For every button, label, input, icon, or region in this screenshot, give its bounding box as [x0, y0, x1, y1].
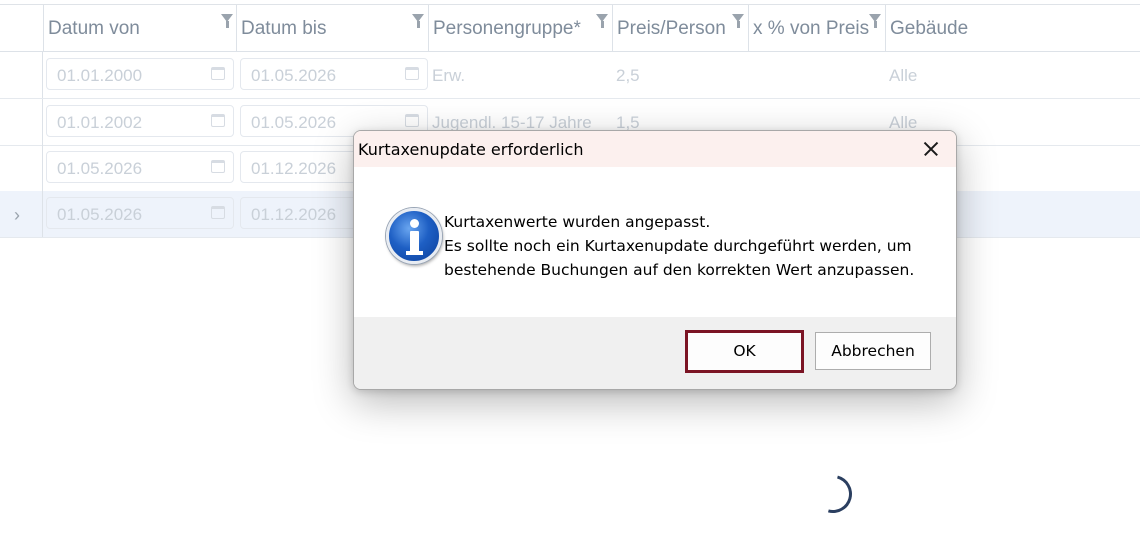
calendar-icon[interactable] [211, 114, 225, 127]
dialog-title: Kurtaxenupdate erforderlich [358, 140, 584, 159]
preis-cell[interactable]: 2,5 [616, 66, 640, 86]
filter-icon[interactable] [412, 14, 424, 28]
row-header[interactable] [0, 99, 43, 145]
calendar-icon[interactable] [211, 206, 225, 219]
message-line: Es sollte noch ein Kurtaxenupdate durchg… [444, 237, 912, 255]
row-header[interactable] [0, 52, 43, 98]
calendar-icon[interactable] [405, 114, 419, 127]
column-header-gebaeude[interactable]: Gebäude [885, 5, 1140, 51]
column-header-label: Preis/Person [617, 18, 726, 39]
date-value: 01.05.2026 [251, 113, 337, 132]
column-header-datum-bis[interactable]: Datum bis [236, 5, 428, 51]
chevron-right-icon: › [14, 205, 20, 225]
column-header-prozent-preis[interactable]: x % von Preis [748, 5, 885, 51]
row-header[interactable] [0, 145, 43, 191]
gebaeude-cell[interactable]: Alle [889, 66, 917, 86]
date-to-input[interactable]: 01.05.2026 [240, 58, 428, 90]
column-header-datum-von[interactable]: Datum von [43, 5, 236, 51]
grid-header: Datum von Datum bis Personengruppe* Prei… [0, 5, 1140, 52]
message-dialog: Kurtaxenupdate erforderlich Kurtaxenwert… [353, 130, 957, 390]
date-value: 01.12.2026 [251, 159, 337, 178]
column-header-preis-person[interactable]: Preis/Person [612, 5, 748, 51]
column-header-label: Personengruppe* [433, 18, 581, 39]
date-from-input[interactable]: 01.05.2026 [46, 197, 234, 229]
loading-spinner-icon [807, 468, 859, 520]
filter-icon[interactable] [869, 14, 881, 28]
personengruppe-cell[interactable]: Erw. [432, 66, 465, 86]
filter-icon[interactable] [596, 14, 608, 28]
dialog-button-bar: OK Abbrechen [354, 317, 956, 389]
column-header-label: x % von Preis [753, 18, 870, 39]
column-header-label: Gebäude [890, 18, 969, 39]
calendar-icon[interactable] [405, 67, 419, 80]
date-value: 01.01.2002 [57, 113, 143, 132]
date-value: 01.05.2026 [57, 159, 143, 178]
date-value: 01.05.2026 [57, 205, 143, 224]
message-line: bestehende Buchungen auf den korrekten W… [444, 261, 915, 279]
dialog-title-bar[interactable]: Kurtaxenupdate erforderlich [354, 131, 956, 167]
column-header-label: Datum von [48, 18, 140, 39]
date-value: 01.05.2026 [251, 66, 337, 85]
cancel-button[interactable]: Abbrechen [815, 332, 931, 370]
filter-icon[interactable] [732, 14, 744, 28]
date-from-input[interactable]: 01.01.2002 [46, 105, 234, 137]
ok-button[interactable]: OK [685, 330, 804, 373]
date-value: 01.01.2000 [57, 66, 143, 85]
information-icon [386, 208, 442, 264]
column-header-label: Datum bis [241, 18, 327, 39]
date-value: 01.12.2026 [251, 205, 337, 224]
calendar-icon[interactable] [211, 67, 225, 80]
calendar-icon[interactable] [211, 160, 225, 173]
dialog-message: Kurtaxenwerte wurden angepasst. Es sollt… [444, 210, 914, 282]
row-header[interactable]: › [0, 191, 43, 237]
filter-icon[interactable] [221, 14, 233, 28]
date-from-input[interactable]: 01.05.2026 [46, 151, 234, 183]
table-row[interactable]: 01.01.2000 01.05.2026 Erw. 2,5 Alle [0, 52, 1140, 99]
column-header-personengruppe[interactable]: Personengruppe* [428, 5, 612, 51]
date-from-input[interactable]: 01.01.2000 [46, 58, 234, 90]
close-icon[interactable] [914, 135, 948, 163]
message-line: Kurtaxenwerte wurden angepasst. [444, 213, 711, 231]
